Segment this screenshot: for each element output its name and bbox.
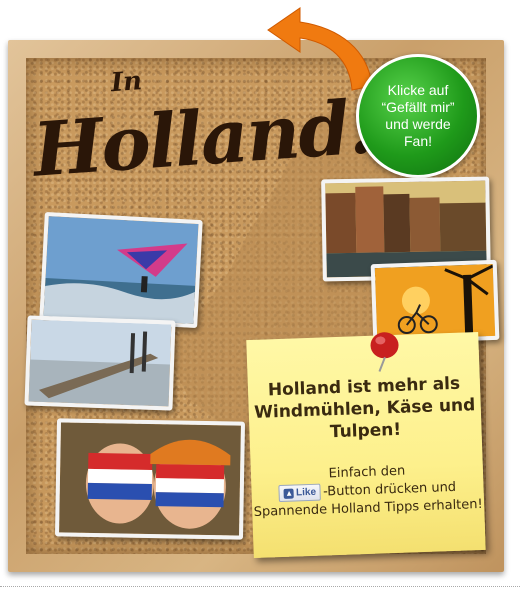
sticky-note: Holland ist mehr als Windmühlen, Käse un… bbox=[246, 332, 486, 558]
windsurfing-photo bbox=[39, 211, 203, 329]
bottom-divider bbox=[0, 586, 520, 588]
fan-gate-page: In Holland. Klicke auf “Gefällt mir” und… bbox=[0, 0, 520, 590]
like-button-label: Like bbox=[295, 486, 317, 498]
fan-badge[interactable]: Klicke auf “Gefällt mir” und werde Fan! bbox=[356, 54, 480, 178]
beach-pier-photo bbox=[24, 315, 176, 411]
note-headline: Holland ist mehr als Windmühlen, Käse un… bbox=[253, 373, 476, 443]
like-button[interactable]: ▲ Like bbox=[278, 483, 322, 503]
note-body-before: Einfach den bbox=[328, 463, 406, 482]
fan-badge-text: Klicke auf “Gefällt mir” und werde Fan! bbox=[381, 82, 455, 149]
thumbs-up-icon: ▲ bbox=[283, 488, 295, 499]
note-body: Einfach den ▲ Like -Button drücken und Spa… bbox=[251, 460, 485, 522]
orange-fans-photo bbox=[54, 418, 246, 540]
pushpin-icon bbox=[370, 332, 399, 372]
